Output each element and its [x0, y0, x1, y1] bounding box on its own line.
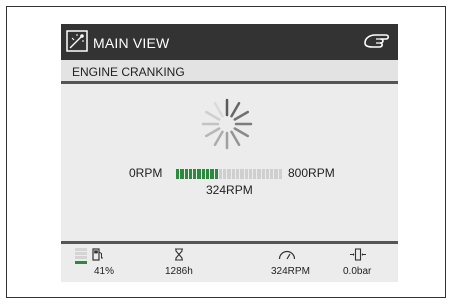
rpm-bar-segment — [193, 169, 197, 179]
rpm-bar-segment — [253, 169, 257, 179]
rpm-bar-segment — [274, 169, 278, 179]
rpm-bar-segment — [261, 169, 265, 179]
rpm-bar-segment — [180, 169, 184, 179]
monitor-signal-icon — [66, 30, 88, 52]
rpm-progress-bar — [176, 169, 283, 179]
title-bar: MAIN VIEW — [61, 24, 398, 60]
rpm-bar-segment — [257, 169, 261, 179]
status-footer: 41% 1286h 324RPM 0.0bar — [61, 241, 398, 282]
rpm-bar-segment — [201, 169, 205, 179]
loading-spinner-icon — [201, 98, 253, 150]
rpm-bar-segment — [176, 169, 180, 179]
rpm-bar-segment — [235, 169, 240, 179]
fuel-level-value: 41% — [94, 266, 115, 277]
status-subtitle: ENGINE CRANKING — [72, 65, 185, 79]
rpm-bar-segment — [205, 169, 210, 179]
rpm-bar-segment — [223, 169, 227, 179]
rpm-bar-segment — [278, 169, 283, 179]
rpm-bar-segment — [231, 169, 235, 179]
rpm-bar-segment — [184, 169, 188, 179]
engine-rpm-value: 324RPM — [271, 266, 310, 277]
rpm-bar-segment — [248, 169, 253, 179]
rpm-max-label: 800RPM — [288, 166, 335, 180]
pressure-value: 0.0bar — [343, 266, 372, 277]
rpm-bar-segment — [244, 169, 248, 179]
rpm-current-value: 324RPM — [206, 183, 253, 197]
display-screen: MAIN VIEW ENGINE CRANKING 0RPM 800RPM 32… — [61, 24, 398, 282]
rpm-min-label: 0RPM — [129, 166, 163, 180]
rpm-bar-segment — [214, 169, 218, 179]
rpm-bar-segment — [265, 169, 270, 179]
rpm-bar-segment — [210, 169, 214, 179]
status-subtitle-bar: ENGINE CRANKING — [61, 60, 398, 84]
rpm-bar-segment — [218, 169, 223, 179]
rpm-bar-segment — [240, 169, 244, 179]
rpm-bar-segment — [197, 169, 201, 179]
gauge-icon — [278, 248, 296, 260]
hourglass-icon — [174, 248, 184, 261]
hand-pointer-icon[interactable] — [362, 29, 392, 53]
page-title: MAIN VIEW — [93, 35, 170, 51]
rpm-bar-segment — [270, 169, 274, 179]
engine-hours-value: 1286h — [165, 266, 193, 277]
oil-pressure-icon — [350, 248, 366, 261]
rpm-bar-segment — [227, 169, 231, 179]
rpm-bar-segment — [188, 169, 193, 179]
